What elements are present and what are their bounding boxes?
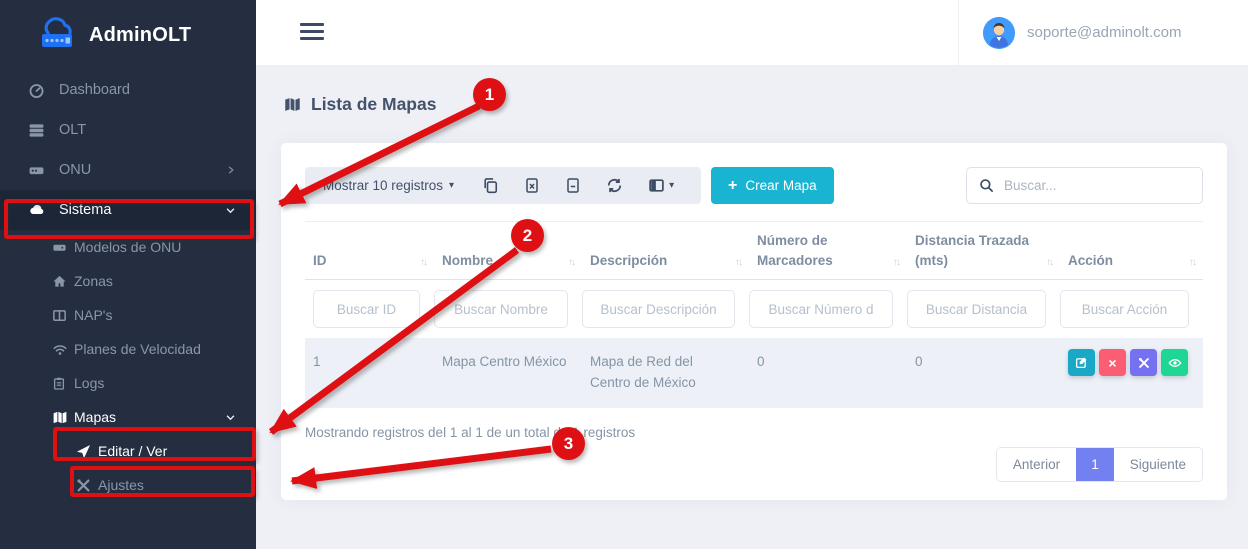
cell-id: 1 bbox=[305, 338, 434, 408]
home-icon bbox=[52, 273, 68, 289]
sidebar-item-planes-de-velocidad[interactable]: Planes de Velocidad bbox=[0, 332, 256, 366]
export-excel-button[interactable] bbox=[524, 177, 540, 194]
create-map-button[interactable]: + Crear Mapa bbox=[711, 167, 834, 204]
tools-button[interactable] bbox=[1130, 349, 1157, 376]
location-arrow-icon bbox=[76, 443, 92, 459]
chevron-down-icon bbox=[225, 412, 236, 423]
chevron-right-icon bbox=[226, 165, 236, 175]
pagination: Anterior 1 Siguiente bbox=[996, 447, 1203, 482]
caret-down-icon: ▾ bbox=[669, 180, 674, 191]
table-search bbox=[966, 167, 1203, 204]
sort-icon: ↑↓ bbox=[1046, 257, 1052, 270]
sidebar-item-zonas[interactable]: Zonas bbox=[0, 264, 256, 298]
sidebar-item-ajustes[interactable]: Ajustes bbox=[0, 468, 256, 502]
edit-button[interactable] bbox=[1068, 349, 1095, 376]
cell-descripcion: Mapa de Red del Centro de México bbox=[582, 338, 749, 408]
column-header-descripcion[interactable]: Descripción↑↓ bbox=[582, 222, 749, 280]
brand[interactable]: AdminOLT bbox=[0, 0, 256, 70]
brand-logo-icon bbox=[34, 17, 80, 53]
export-file-button[interactable] bbox=[565, 177, 581, 194]
chevron-down-icon bbox=[225, 205, 236, 216]
topbar: soporte@adminolt.com bbox=[256, 0, 1248, 66]
sidebar-item-sistema[interactable]: Sistema bbox=[0, 190, 256, 230]
table-button-group: Mostrar 10 registros▾ ▾ bbox=[305, 167, 701, 204]
columns-icon bbox=[52, 307, 68, 323]
content-area: Lista de Mapas Mostrar 10 registros▾ ▾ + bbox=[256, 66, 1248, 549]
map-icon bbox=[283, 96, 302, 113]
copy-button[interactable] bbox=[482, 177, 499, 194]
cell-nombre: Mapa Centro México bbox=[434, 338, 582, 408]
cell-distancia: 0 bbox=[907, 338, 1060, 408]
pagination-page-1-button[interactable]: 1 bbox=[1076, 448, 1114, 481]
sort-icon: ↑↓ bbox=[568, 257, 574, 270]
refresh-button[interactable] bbox=[606, 177, 623, 194]
maps-table: ID↑↓ Nombre↑↓ Descripción↑↓ Número de Ma… bbox=[305, 221, 1203, 408]
map-icon bbox=[52, 409, 68, 425]
filter-nombre-input[interactable] bbox=[434, 290, 568, 328]
menu-toggle-button[interactable] bbox=[300, 23, 324, 44]
column-header-nombre[interactable]: Nombre↑↓ bbox=[434, 222, 582, 280]
sidebar-item-dashboard[interactable]: Dashboard bbox=[0, 70, 256, 110]
sidebar-item-onu[interactable]: ONU bbox=[0, 150, 256, 190]
sidebar-item-olt[interactable]: OLT bbox=[0, 110, 256, 150]
filter-row bbox=[305, 280, 1203, 339]
cell-marcadores: 0 bbox=[749, 338, 907, 408]
sort-icon: ↑↓ bbox=[735, 257, 741, 270]
view-button[interactable] bbox=[1161, 349, 1188, 376]
pagination-prev-button[interactable]: Anterior bbox=[997, 448, 1076, 481]
filter-marcadores-input[interactable] bbox=[749, 290, 893, 328]
column-header-marcadores[interactable]: Número de Marcadores↑↓ bbox=[749, 222, 907, 280]
brand-name: AdminOLT bbox=[89, 24, 191, 47]
device-icon bbox=[28, 162, 46, 178]
user-avatar bbox=[983, 17, 1015, 49]
delete-button[interactable]: × bbox=[1099, 349, 1126, 376]
column-header-distancia[interactable]: Distancia Trazada (mts)↑↓ bbox=[907, 222, 1060, 280]
filter-id-input[interactable] bbox=[313, 290, 420, 328]
maps-list-card: Mostrar 10 registros▾ ▾ + Crear Mapa bbox=[281, 143, 1227, 500]
cloud-icon bbox=[28, 202, 46, 218]
caret-down-icon: ▾ bbox=[449, 180, 454, 191]
cell-accion: × bbox=[1060, 338, 1203, 408]
filter-distancia-input[interactable] bbox=[907, 290, 1046, 328]
page-title: Lista de Mapas bbox=[283, 94, 436, 115]
clipboard-icon bbox=[52, 375, 68, 391]
device-icon bbox=[52, 239, 68, 255]
sort-icon: ↑↓ bbox=[420, 257, 426, 270]
pagination-next-button[interactable]: Siguiente bbox=[1114, 448, 1202, 481]
plus-icon: + bbox=[728, 177, 737, 195]
user-email: soporte@adminolt.com bbox=[1027, 24, 1181, 41]
sidebar-item-editar-ver[interactable]: Editar / Ver bbox=[0, 434, 256, 468]
wifi-icon bbox=[52, 341, 68, 357]
tools-icon bbox=[76, 477, 92, 493]
filter-descripcion-input[interactable] bbox=[582, 290, 735, 328]
gauge-icon bbox=[28, 82, 46, 98]
sidebar-item-modelos-de-onu[interactable]: Modelos de ONU bbox=[0, 230, 256, 264]
column-header-id[interactable]: ID↑↓ bbox=[305, 222, 434, 280]
sidebar-item-mapas[interactable]: Mapas bbox=[0, 400, 256, 434]
sidebar-item-naps[interactable]: NAP's bbox=[0, 298, 256, 332]
sort-icon: ↑↓ bbox=[1189, 257, 1195, 270]
main-area: soporte@adminolt.com Lista de Mapas Most… bbox=[256, 0, 1248, 549]
user-menu[interactable]: soporte@adminolt.com bbox=[958, 0, 1248, 65]
column-header-accion[interactable]: Acción↑↓ bbox=[1060, 222, 1203, 280]
records-info: Mostrando registros del 1 al 1 de un tot… bbox=[305, 425, 1203, 440]
servers-icon bbox=[28, 122, 46, 138]
sidebar: AdminOLT Dashboard OLT ONU Sistema Model… bbox=[0, 0, 256, 549]
sidebar-item-logs[interactable]: Logs bbox=[0, 366, 256, 400]
search-icon bbox=[979, 178, 994, 193]
header-row: ID↑↓ Nombre↑↓ Descripción↑↓ Número de Ma… bbox=[305, 222, 1203, 280]
table-toolbar: Mostrar 10 registros▾ ▾ + Crear Mapa bbox=[305, 167, 1203, 204]
sort-icon: ↑↓ bbox=[893, 257, 899, 270]
table-row: 1 Mapa Centro México Mapa de Red del Cen… bbox=[305, 338, 1203, 408]
column-visibility-button[interactable]: ▾ bbox=[648, 177, 674, 194]
search-input[interactable] bbox=[1004, 178, 1190, 193]
show-entries-dropdown[interactable]: Mostrar 10 registros▾ bbox=[323, 178, 454, 193]
filter-accion-input[interactable] bbox=[1060, 290, 1189, 328]
delete-x-icon: × bbox=[1108, 355, 1116, 371]
